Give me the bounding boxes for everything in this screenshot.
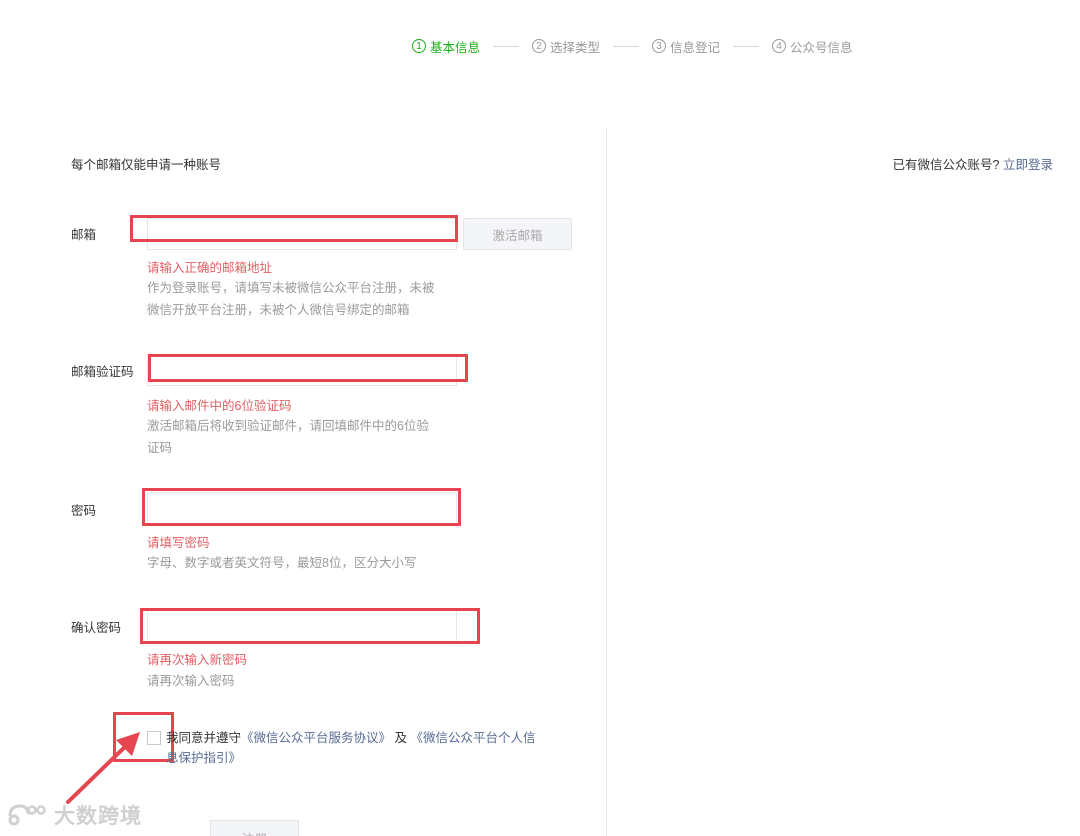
registration-page: 1 基本信息 2 选择类型 3 信息登记 4 公众号信息 每个邮箱仅能申请一种账… <box>0 0 1080 836</box>
login-link[interactable]: 立即登录 <box>1003 158 1053 172</box>
step-number: 4 <box>772 39 787 53</box>
service-agreement-link[interactable]: 《微信公众平台服务协议》 <box>241 731 391 745</box>
vertical-divider <box>606 128 607 836</box>
step-info-registration: 3 信息登记 <box>652 37 720 56</box>
step-label: 选择类型 <box>550 40 601 55</box>
step-number: 2 <box>532 39 547 53</box>
code-tip: 激活邮箱后将收到验证邮件，请回填邮件中的6位验证码 <box>147 419 429 455</box>
email-label: 邮箱 <box>71 228 97 242</box>
email-error: 请输入正确的邮箱地址 <box>147 261 273 275</box>
password-highlight-box <box>142 488 461 526</box>
login-tip: 已有微信公众账号? 立即登录 <box>893 154 1053 173</box>
confirm-password-label: 确认密码 <box>71 621 122 635</box>
email-tip: 作为登录账号，请填写未被微信公众平台注册，未被微信开放平台注册，未被个人微信号绑… <box>147 281 435 317</box>
password-label: 密码 <box>71 504 97 518</box>
login-tip-text: 已有微信公众账号? <box>892 158 1000 172</box>
step-connector <box>613 45 640 47</box>
watermark-logo-icon <box>8 804 46 826</box>
step-connector <box>493 45 520 47</box>
agreement-middle: 及 <box>391 731 411 745</box>
register-button[interactable]: 注册 <box>210 820 299 836</box>
confirm-password-error: 请再次输入新密码 <box>147 653 248 667</box>
step-label: 信息登记 <box>670 40 721 55</box>
watermark: 大数跨境 <box>6 800 142 830</box>
agreement-prefix: 我同意并遵守 <box>166 731 242 745</box>
red-arrow-annotation <box>66 732 140 804</box>
step-number: 1 <box>412 39 426 53</box>
step-label: 基本信息 <box>430 40 481 55</box>
password-tip: 字母、数字或者英文符号，最短8位，区分大小写 <box>147 556 417 570</box>
step-select-type: 2 选择类型 <box>532 37 600 56</box>
step-number: 3 <box>652 39 667 53</box>
code-highlight-box <box>148 354 468 382</box>
email-highlight-box <box>130 215 458 242</box>
step-indicator: 1 基本信息 2 选择类型 3 信息登记 4 公众号信息 <box>412 36 853 56</box>
code-label: 邮箱验证码 <box>71 365 134 379</box>
watermark-text: 大数跨境 <box>54 805 142 828</box>
confirm-password-highlight-box <box>140 608 480 644</box>
step-basic-info: 1 基本信息 <box>412 37 480 56</box>
email-notice: 每个邮箱仅能申请一种账号 <box>71 158 222 172</box>
step-account-info: 4 公众号信息 <box>772 37 853 56</box>
agreement-text: 我同意并遵守《微信公众平台服务协议》 及 《微信公众平台个人信息保护指引》 <box>166 728 546 768</box>
step-connector <box>733 45 760 47</box>
activate-email-button[interactable]: 激活邮箱 <box>463 218 572 250</box>
password-error: 请填写密码 <box>147 536 210 550</box>
confirm-password-tip: 请再次输入密码 <box>147 674 235 688</box>
step-label: 公众号信息 <box>790 40 853 55</box>
code-error: 请输入邮件中的6位验证码 <box>147 399 292 413</box>
